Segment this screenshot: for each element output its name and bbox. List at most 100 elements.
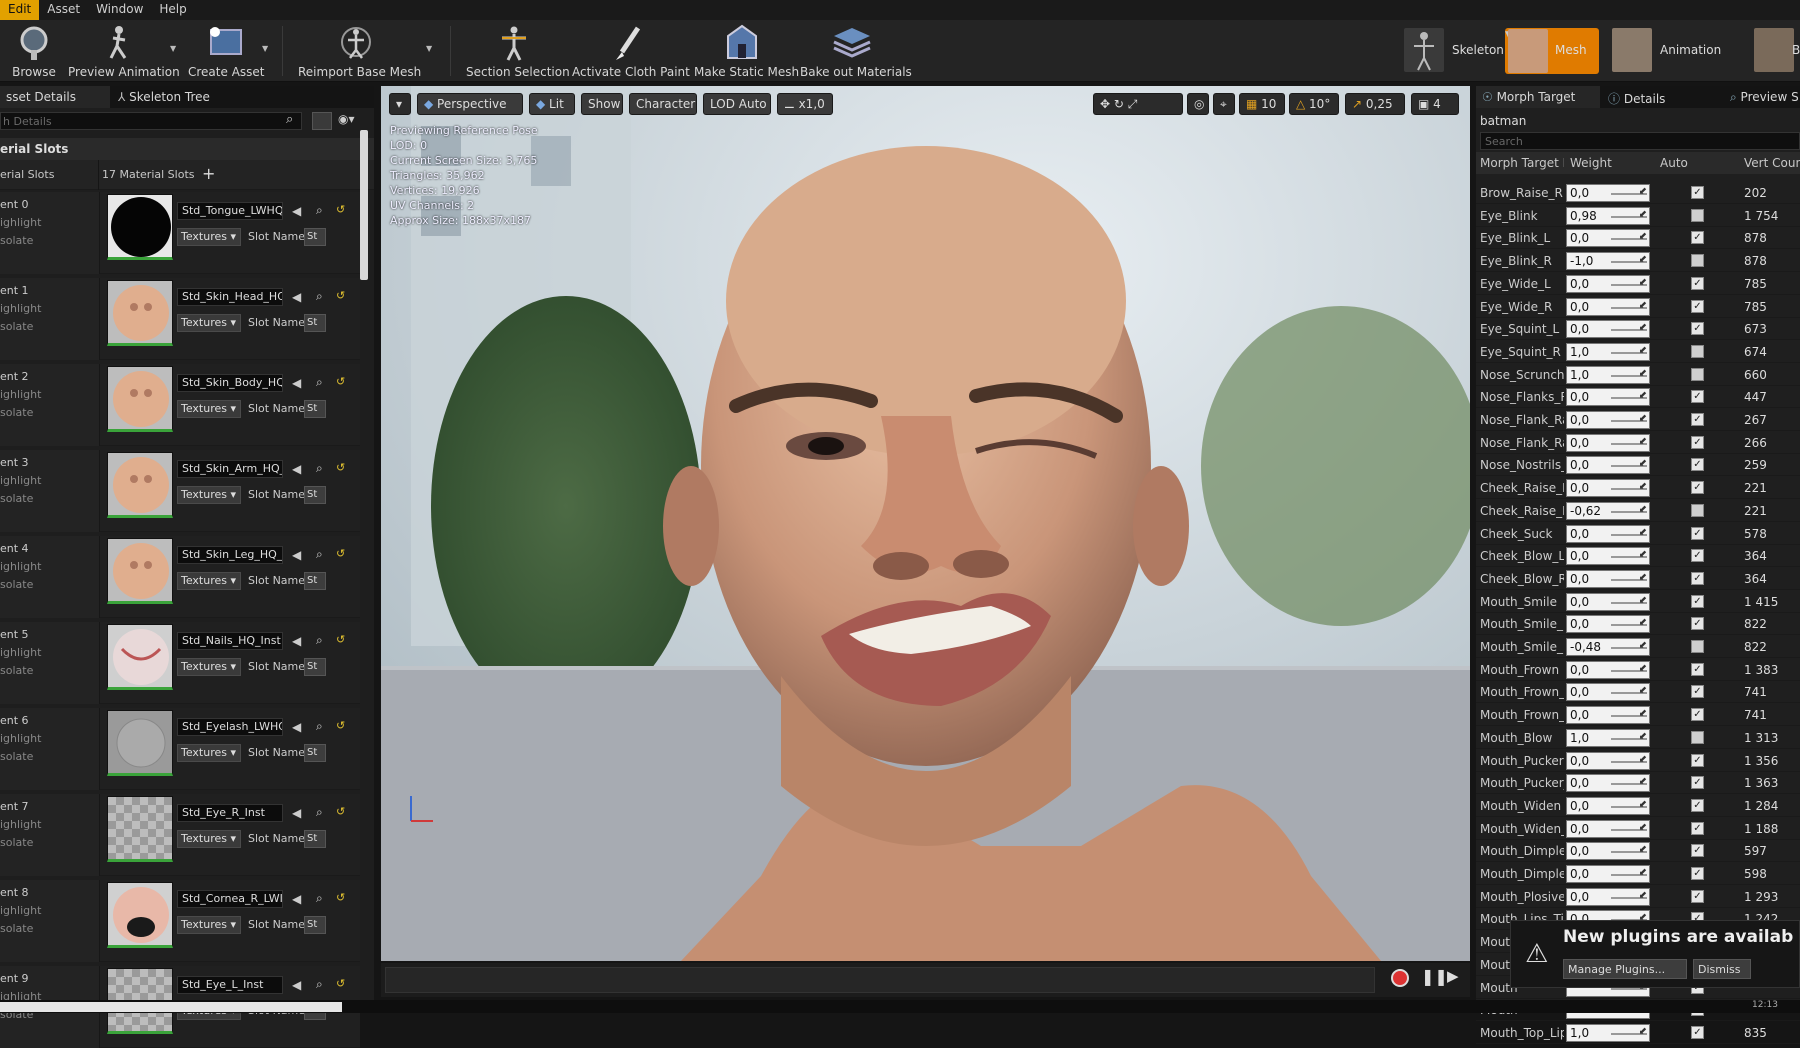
morph-target-row[interactable]: Mouth_Blow 1,0 ⬋ 1 313 bbox=[1476, 727, 1800, 749]
morph-target-row[interactable]: Eye_Blink_R -1,0 ⬋ 878 bbox=[1476, 250, 1800, 273]
auto-checkbox[interactable]: ✓ bbox=[1691, 844, 1704, 858]
use-selected-arrow-icon[interactable]: ◀ bbox=[292, 548, 301, 562]
play-forward-icon[interactable]: ▶ bbox=[1447, 967, 1459, 985]
weight-input[interactable]: 0,0⬋ bbox=[1566, 297, 1650, 316]
morph-target-row[interactable]: Eye_Blink_L 0,0 ⬋ ✓ 878 bbox=[1476, 227, 1800, 250]
pause-icon[interactable]: ❚❚ bbox=[1421, 967, 1448, 986]
weight-input[interactable]: 1,0 ⬋ bbox=[1566, 342, 1650, 361]
material-thumbnail[interactable] bbox=[107, 280, 173, 346]
weight-input[interactable]: 0,0⬋ bbox=[1566, 615, 1650, 634]
tab-skeleton-tree[interactable]: ⅄ Skeleton Tree bbox=[112, 86, 242, 108]
mode-animation-button[interactable]: Animation ▼ bbox=[1612, 28, 1736, 74]
auto-checkbox[interactable]: ✓ bbox=[1691, 458, 1704, 472]
preview-animation-dropdown-icon[interactable]: ▼ bbox=[170, 44, 176, 53]
morph-target-row[interactable]: Mouth_Smile 0,0 ⬋ ✓ 1 415 bbox=[1476, 591, 1800, 613]
auto-checkbox[interactable]: ✓ bbox=[1691, 1025, 1704, 1039]
transform-tools[interactable]: ✥ ↻ ⤢ bbox=[1093, 93, 1183, 115]
weight-input[interactable]: 0,0⬋ bbox=[1566, 229, 1650, 248]
reset-icon[interactable]: ↺ bbox=[336, 203, 345, 216]
weight-input[interactable]: 0,0⬋ bbox=[1566, 865, 1650, 883]
bake-out-materials-button[interactable]: Bake out Materials bbox=[800, 20, 912, 82]
auto-checkbox[interactable]: ✓ bbox=[1691, 776, 1704, 790]
browse-asset-icon[interactable]: ⌕ bbox=[316, 289, 323, 304]
weight-input[interactable]: 0,0⬋ bbox=[1566, 887, 1650, 906]
morph-target-row[interactable]: Eye_Squint_R 1,0 ⬋ 674 bbox=[1476, 341, 1800, 363]
browse-asset-icon[interactable]: ⌕ bbox=[316, 719, 323, 734]
use-selected-arrow-icon[interactable]: ◀ bbox=[292, 978, 301, 992]
textures-dropdown[interactable]: Textures ▾ bbox=[177, 314, 241, 332]
material-select[interactable]: Std_Skin_Arm_HQ_ bbox=[177, 460, 283, 478]
weight-input[interactable]: 0,0⬋ bbox=[1566, 842, 1650, 861]
create-asset-dropdown-icon[interactable]: ▼ bbox=[262, 44, 268, 53]
auto-checkbox[interactable]: ✓ bbox=[1691, 526, 1704, 540]
slot-name-field[interactable]: St bbox=[304, 572, 326, 590]
morph-target-row[interactable]: Mouth_Plosive 0,0 ⬋ ✓ 1 293 bbox=[1476, 886, 1800, 908]
morph-target-row[interactable]: Nose_Scrunch 1,0 ⬋ 660 bbox=[1476, 364, 1800, 386]
morph-target-row[interactable]: Mouth_Frown_R0,0⬋ ✓ 741 bbox=[1476, 704, 1800, 727]
column-weight[interactable]: Weight bbox=[1570, 156, 1612, 170]
weight-input[interactable]: 0,0⬋ bbox=[1566, 524, 1650, 543]
morph-target-row[interactable]: Cheek_Blow_L 0,0 ⬋ ✓ 364 bbox=[1476, 545, 1800, 568]
reset-icon[interactable]: ↺ bbox=[336, 891, 345, 904]
auto-checkbox[interactable] bbox=[1691, 208, 1704, 222]
menu-asset[interactable]: Asset bbox=[39, 0, 88, 20]
weight-input[interactable]: 1,0 ⬋ bbox=[1566, 365, 1650, 384]
morph-target-row[interactable]: Cheek_Suck 0,0 ⬋ ✓ 578 bbox=[1476, 523, 1800, 545]
auto-checkbox[interactable]: ✓ bbox=[1691, 299, 1704, 313]
morph-target-row[interactable]: Eye_Squint_L 0,0 ⬋ ✓ 673 bbox=[1476, 318, 1800, 341]
material-thumbnail[interactable] bbox=[107, 194, 173, 260]
record-icon[interactable] bbox=[1391, 969, 1409, 987]
activate-cloth-paint-button[interactable]: Activate Cloth Paint bbox=[572, 20, 690, 82]
textures-dropdown[interactable]: Textures ▾ bbox=[177, 744, 241, 762]
create-asset-button[interactable]: Create Asset ▼ bbox=[188, 20, 268, 82]
surface-snap-icon[interactable]: ⌖ bbox=[1213, 93, 1235, 115]
mode-skeleton-button[interactable]: Skeleton bbox=[1400, 28, 1504, 74]
lit-button[interactable]: ◆ Lit bbox=[529, 93, 575, 115]
auto-checkbox[interactable] bbox=[1691, 730, 1704, 744]
reset-icon[interactable]: ↺ bbox=[336, 719, 345, 732]
auto-checkbox[interactable]: ✓ bbox=[1691, 549, 1704, 563]
auto-checkbox[interactable]: ✓ bbox=[1691, 617, 1704, 631]
grid-view-icon[interactable] bbox=[312, 112, 332, 130]
reimport-base-mesh-button[interactable]: Reimport Base Mesh ▼ bbox=[298, 20, 432, 82]
auto-checkbox[interactable]: ✓ bbox=[1691, 798, 1704, 812]
weight-input[interactable]: 0,0⬋ bbox=[1566, 683, 1650, 702]
weight-input[interactable]: 0,0⬋ bbox=[1566, 592, 1650, 611]
morph-target-row[interactable]: Cheek_Blow_R 0,0 ⬋ ✓ 364 bbox=[1476, 568, 1800, 590]
auto-checkbox[interactable] bbox=[1691, 344, 1704, 358]
weight-input[interactable]: 0,0⬋ bbox=[1566, 819, 1650, 838]
weight-input[interactable]: 0,0⬋ bbox=[1566, 320, 1650, 339]
textures-dropdown[interactable]: Textures ▾ bbox=[177, 400, 241, 418]
morph-target-row[interactable]: Nose_Flank_Rai 0,0 ⬋ ✓ 267 bbox=[1476, 409, 1800, 431]
material-select[interactable]: Std_Eyelash_LWHQ bbox=[177, 718, 283, 736]
material-slots-header[interactable]: erial Slots bbox=[0, 138, 374, 160]
use-selected-arrow-icon[interactable]: ◀ bbox=[292, 720, 301, 734]
material-thumbnail[interactable] bbox=[107, 796, 173, 862]
browse-asset-icon[interactable]: ⌕ bbox=[316, 633, 323, 648]
auto-checkbox[interactable]: ✓ bbox=[1691, 276, 1704, 290]
material-thumbnail[interactable] bbox=[107, 538, 173, 604]
morph-target-row[interactable]: Mouth_Dimple_L0,0⬋ ✓ 597 bbox=[1476, 840, 1800, 863]
auto-checkbox[interactable]: ✓ bbox=[1691, 435, 1704, 449]
morph-target-row[interactable]: Mouth_Smile_R -0,48 ⬋ 822 bbox=[1476, 636, 1800, 658]
weight-input[interactable]: 0,0⬋ bbox=[1566, 796, 1650, 815]
reset-icon[interactable]: ↺ bbox=[336, 805, 345, 818]
morph-target-row[interactable]: Eye_Blink 0,98 ⬋ 1 754 bbox=[1476, 205, 1800, 227]
tab-asset-details[interactable]: sset Details bbox=[0, 86, 110, 108]
tab-morph-target[interactable]: ☉ Morph Target bbox=[1476, 86, 1600, 108]
use-selected-arrow-icon[interactable]: ◀ bbox=[292, 290, 301, 304]
auto-checkbox[interactable]: ✓ bbox=[1691, 390, 1704, 404]
material-thumbnail[interactable] bbox=[107, 452, 173, 518]
weight-input[interactable]: 1,0 ⬋ bbox=[1566, 1023, 1650, 1042]
column-vert-count[interactable]: Vert Coun bbox=[1744, 156, 1800, 170]
column-morph-name[interactable]: Morph Target N bbox=[1480, 156, 1564, 170]
morph-target-row[interactable]: Brow_Raise_R 0,0 ⬋ ✓ 202 bbox=[1476, 182, 1800, 204]
use-selected-arrow-icon[interactable]: ◀ bbox=[292, 634, 301, 648]
material-thumbnail[interactable] bbox=[107, 882, 173, 948]
weight-input[interactable]: 0,0⬋ bbox=[1566, 547, 1650, 566]
auto-checkbox[interactable]: ✓ bbox=[1691, 186, 1704, 199]
manage-plugins-button[interactable]: Manage Plugins... bbox=[1563, 959, 1687, 979]
material-select[interactable]: Std_Tongue_LWHQ bbox=[177, 202, 283, 220]
reset-icon[interactable]: ↺ bbox=[336, 461, 345, 474]
auto-checkbox[interactable] bbox=[1691, 503, 1704, 517]
